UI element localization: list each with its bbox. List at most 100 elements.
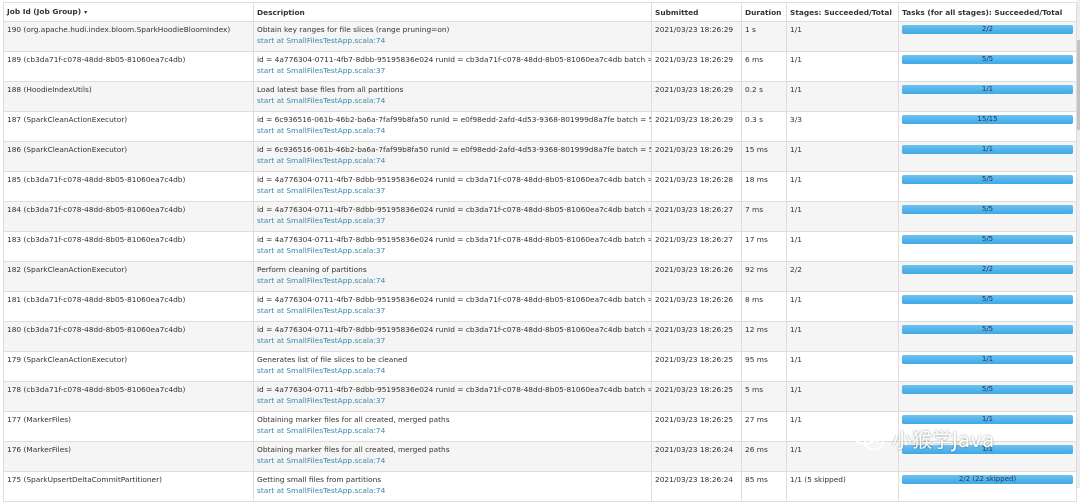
description-text: Generates list of file slices to be clea… (257, 355, 408, 364)
call-site-link[interactable]: start at SmallFilesTestApp.scala:37 (257, 245, 648, 256)
duration-cell: 8 ms (741, 291, 787, 322)
tasks-progress-bar: 5/5 (902, 325, 1073, 334)
description-cell: id = 4a776304-0711-4fb7-8dbb-95195836e02… (253, 51, 652, 82)
header-description[interactable]: Description (253, 2, 652, 22)
table-row: 182 (SparkCleanActionExecutor) Perform cl… (3, 261, 1077, 292)
tasks-progress-label: 5/5 (981, 55, 994, 63)
call-site-link[interactable]: start at SmallFilesTestApp.scala:74 (257, 35, 648, 46)
tasks-progress-label: 5/5 (981, 205, 994, 213)
submitted-cell: 2021/03/23 18:26:26 (651, 291, 742, 322)
job-id-cell[interactable]: 182 (SparkCleanActionExecutor) (3, 261, 254, 292)
tasks-cell: 5/5 (898, 51, 1077, 82)
tasks-progress-label: 5/5 (981, 325, 994, 333)
duration-cell: 5 ms (741, 381, 787, 412)
tasks-cell: 2/2 (22 skipped) (898, 471, 1077, 502)
call-site-link[interactable]: start at SmallFilesTestApp.scala:37 (257, 215, 648, 226)
header-duration[interactable]: Duration (741, 2, 787, 22)
job-id-cell[interactable]: 179 (SparkCleanActionExecutor) (3, 351, 254, 382)
job-id-cell[interactable]: 180 (cb3da71f-c078-48dd-8b05-81060ea7c4d… (3, 321, 254, 352)
job-id-cell[interactable]: 184 (cb3da71f-c078-48dd-8b05-81060ea7c4d… (3, 201, 254, 232)
job-id-cell[interactable]: 176 (MarkerFiles) (3, 441, 254, 472)
job-id-cell[interactable]: 188 (HoodieIndexUtils) (3, 81, 254, 112)
job-id-cell[interactable]: 178 (cb3da71f-c078-48dd-8b05-81060ea7c4d… (3, 381, 254, 412)
description-text: id = 6c936516-061b-46b2-ba6a-7faf99b8fa5… (257, 145, 652, 154)
submitted-cell: 2021/03/23 18:26:24 (651, 441, 742, 472)
duration-cell: 7 ms (741, 201, 787, 232)
call-site-link[interactable]: start at SmallFilesTestApp.scala:74 (257, 455, 648, 466)
tasks-progress-bar: 5/5 (902, 385, 1073, 394)
call-site-link[interactable]: start at SmallFilesTestApp.scala:74 (257, 95, 648, 106)
watermark-text: 小猴学Java (892, 427, 995, 452)
table-row: 189 (cb3da71f-c078-48dd-8b05-81060ea7c4d… (3, 51, 1077, 82)
tasks-progress-label: 2/2 (22 skipped) (958, 475, 1017, 483)
stages-cell: 1/1 (786, 81, 899, 112)
job-id-cell[interactable]: 181 (cb3da71f-c078-48dd-8b05-81060ea7c4d… (3, 291, 254, 322)
tasks-progress-label: 2/2 (981, 265, 994, 273)
tasks-progress-label: 5/5 (981, 295, 994, 303)
stages-cell: 1/1 (786, 321, 899, 352)
submitted-cell: 2021/03/23 18:26:27 (651, 201, 742, 232)
call-site-link[interactable]: start at SmallFilesTestApp.scala:74 (257, 365, 648, 376)
call-site-link[interactable]: start at SmallFilesTestApp.scala:37 (257, 395, 648, 406)
description-cell: id = 6c936516-061b-46b2-ba6a-7faf99b8fa5… (253, 141, 652, 172)
duration-cell: 17 ms (741, 231, 787, 262)
submitted-cell: 2021/03/23 18:26:28 (651, 171, 742, 202)
job-id-cell[interactable]: 186 (SparkCleanActionExecutor) (3, 141, 254, 172)
call-site-link[interactable]: start at SmallFilesTestApp.scala:74 (257, 155, 648, 166)
call-site-link[interactable]: start at SmallFilesTestApp.scala:74 (257, 425, 648, 436)
call-site-link[interactable]: start at SmallFilesTestApp.scala:74 (257, 485, 648, 496)
tasks-cell: 1/1 (898, 141, 1077, 172)
duration-cell: 1 s (741, 21, 787, 52)
header-tasks[interactable]: Tasks (for all stages): Succeeded/Total (898, 2, 1077, 22)
description-text: id = 4a776304-0711-4fb7-8dbb-95195836e02… (257, 235, 652, 244)
duration-cell: 92 ms (741, 261, 787, 292)
tasks-cell: 1/1 (898, 351, 1077, 382)
tasks-cell: 15/15 (898, 111, 1077, 142)
duration-cell: 12 ms (741, 321, 787, 352)
wechat-icon (853, 425, 884, 451)
description-cell: Generates list of file slices to be clea… (253, 351, 652, 382)
job-id-cell[interactable]: 175 (SparkUpsertDeltaCommitPartitioner) (3, 471, 254, 502)
duration-cell: 6 ms (741, 51, 787, 82)
call-site-link[interactable]: start at SmallFilesTestApp.scala:37 (257, 65, 648, 76)
tasks-progress-label: 15/15 (977, 115, 998, 123)
description-text: id = 6c936516-061b-46b2-ba6a-7faf99b8fa5… (257, 115, 652, 124)
job-id-cell[interactable]: 183 (cb3da71f-c078-48dd-8b05-81060ea7c4d… (3, 231, 254, 262)
job-id-cell[interactable]: 187 (SparkCleanActionExecutor) (3, 111, 254, 142)
call-site-link[interactable]: start at SmallFilesTestApp.scala:37 (257, 305, 648, 316)
stages-cell: 2/2 (786, 261, 899, 292)
tasks-progress-bar: 5/5 (902, 235, 1073, 244)
header-job-id[interactable]: Job Id (Job Group) ▾ (3, 2, 254, 22)
tasks-progress-label: 1/1 (981, 145, 994, 153)
description-cell: Load latest base files from all partitio… (253, 81, 652, 112)
tasks-cell: 5/5 (898, 171, 1077, 202)
duration-cell: 0.2 s (741, 81, 787, 112)
header-stages[interactable]: Stages: Succeeded/Total (786, 2, 899, 22)
tasks-cell: 1/1 (898, 81, 1077, 112)
job-id-cell[interactable]: 190 (org.apache.hudi.index.bloom.SparkHo… (3, 21, 254, 52)
submitted-cell: 2021/03/23 18:26:27 (651, 231, 742, 262)
table-row: 184 (cb3da71f-c078-48dd-8b05-81060ea7c4d… (3, 201, 1077, 232)
job-id-cell[interactable]: 185 (cb3da71f-c078-48dd-8b05-81060ea7c4d… (3, 171, 254, 202)
tasks-cell: 5/5 (898, 201, 1077, 232)
stages-cell: 1/1 (786, 51, 899, 82)
submitted-cell: 2021/03/23 18:26:29 (651, 51, 742, 82)
header-submitted[interactable]: Submitted (651, 2, 742, 22)
stages-cell: 1/1 (786, 351, 899, 382)
tasks-cell: 5/5 (898, 231, 1077, 262)
job-id-cell[interactable]: 177 (MarkerFiles) (3, 411, 254, 442)
call-site-link[interactable]: start at SmallFilesTestApp.scala:74 (257, 125, 648, 136)
stages-cell: 3/3 (786, 111, 899, 142)
tasks-cell: 5/5 (898, 381, 1077, 412)
call-site-link[interactable]: start at SmallFilesTestApp.scala:74 (257, 275, 648, 286)
description-text: id = 4a776304-0711-4fb7-8dbb-95195836e02… (257, 55, 652, 64)
stages-cell: 1/1 (786, 21, 899, 52)
call-site-link[interactable]: start at SmallFilesTestApp.scala:37 (257, 335, 648, 346)
duration-cell: 0.3 s (741, 111, 787, 142)
tasks-progress-bar: 2/2 (902, 25, 1073, 34)
job-id-cell[interactable]: 189 (cb3da71f-c078-48dd-8b05-81060ea7c4d… (3, 51, 254, 82)
stages-cell: 1/1 (5 skipped) (786, 471, 899, 502)
description-text: id = 4a776304-0711-4fb7-8dbb-95195836e02… (257, 175, 652, 184)
tasks-progress-label: 1/1 (981, 85, 994, 93)
call-site-link[interactable]: start at SmallFilesTestApp.scala:37 (257, 185, 648, 196)
